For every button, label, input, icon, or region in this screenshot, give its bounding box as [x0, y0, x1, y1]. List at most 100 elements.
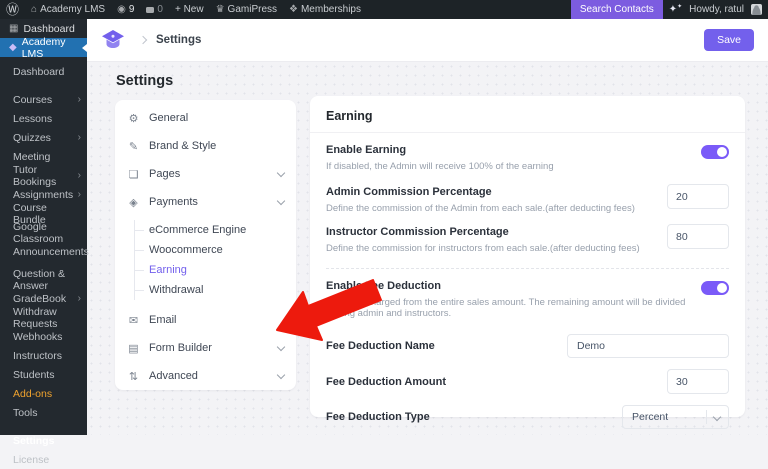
- site-name-menu[interactable]: ⌂ Academy LMS: [25, 0, 111, 19]
- fee-amount-input[interactable]: [667, 369, 729, 394]
- admin-bar-right: Search Contacts ✦ Howdy, ratul: [571, 0, 768, 19]
- new-content-menu[interactable]: + New: [169, 0, 210, 19]
- howdy-account-menu[interactable]: Howdy, ratul: [683, 0, 768, 19]
- enable-earning-desc: If disabled, the Admin will receive 100%…: [326, 161, 701, 172]
- chevron-right-icon: ›: [78, 94, 81, 105]
- sidebar-submenu-item[interactable]: Students: [0, 365, 87, 384]
- payments-sub-item[interactable]: Withdrawal: [135, 280, 284, 300]
- settings-nav-label: General: [149, 112, 188, 124]
- settings-nav-label: Email: [149, 314, 177, 326]
- sidebar-submenu-label: Settings: [13, 435, 54, 447]
- sidebar-top-item[interactable]: ◆ Academy LMS: [0, 38, 87, 57]
- home-icon: ⌂: [31, 5, 37, 15]
- howdy-label: Howdy, ratul: [689, 4, 744, 15]
- wp-admin-sidebar: ▦ Dashboard ◆ Academy LMS Dashboard Cour…: [0, 19, 87, 435]
- sidebar-submenu-item[interactable]: Courses ›: [0, 90, 87, 109]
- fee-amount-row: Fee Deduction Amount: [326, 369, 729, 394]
- memberships-menu[interactable]: ❖ Memberships: [283, 0, 367, 19]
- panel-title: Earning: [310, 96, 745, 132]
- fee-type-select[interactable]: Percent: [622, 405, 729, 429]
- instructor-commission-row: Instructor Commission Percentage Define …: [326, 226, 729, 254]
- select-divider: [706, 410, 707, 424]
- settings-nav-item[interactable]: Advanced: [127, 362, 284, 390]
- section-divider: [326, 268, 729, 269]
- payments-sub-item[interactable]: eCommerce Engine: [135, 220, 284, 240]
- chevron-down-icon: [277, 169, 285, 177]
- payments-sub-item[interactable]: Woocommerce: [135, 240, 284, 260]
- save-button[interactable]: Save: [704, 29, 754, 51]
- sidebar-submenu-item[interactable]: Question & Answer: [0, 270, 87, 289]
- sidebar-submenu-item[interactable]: Add-ons: [0, 384, 87, 403]
- settings-nav-item[interactable]: Brand & Style: [127, 132, 284, 160]
- sidebar-submenu-label: Webhooks: [13, 331, 62, 343]
- sidebar-submenu-item[interactable]: Tools: [0, 403, 87, 422]
- enable-fee-toggle[interactable]: [701, 281, 729, 295]
- settings-nav-label: Pages: [149, 168, 180, 180]
- enable-earning-toggle[interactable]: [701, 145, 729, 159]
- gear-icon: [127, 112, 140, 125]
- sidebar-submenu-item[interactable]: Settings: [0, 431, 87, 450]
- wp-logo-menu[interactable]: Ⓦ: [0, 0, 25, 19]
- gamipress-label: GamiPress: [228, 4, 277, 15]
- payments-icon: [127, 196, 140, 209]
- payments-sub-item[interactable]: Earning: [135, 260, 284, 280]
- page-title: Settings: [116, 73, 173, 89]
- avatar: [751, 4, 762, 15]
- sidebar-submenu-item[interactable]: Announcements: [0, 242, 87, 261]
- settings-nav-label: Payments: [149, 196, 198, 208]
- instructor-commission-input[interactable]: [667, 224, 729, 249]
- views-menu[interactable]: ◉ 9: [111, 0, 140, 19]
- sidebar-submenu-label: Question & Answer: [13, 268, 81, 292]
- sidebar-submenu-item[interactable]: Webhooks: [0, 327, 87, 346]
- sidebar-submenu-item[interactable]: Google Classroom: [0, 223, 87, 242]
- admin-commission-desc: Define the commission of the Admin from …: [326, 203, 667, 214]
- site-name-label: Academy LMS: [40, 4, 105, 15]
- enable-earning-label: Enable Earning: [326, 144, 701, 156]
- sidebar-submenu-item[interactable]: Lessons: [0, 109, 87, 128]
- sidebar-submenu-label: Lessons: [13, 113, 52, 125]
- pages-icon: [127, 168, 140, 181]
- fee-name-input[interactable]: [567, 334, 729, 358]
- settings-nav-item[interactable]: Email: [127, 306, 284, 334]
- chevron-right-icon: ›: [78, 132, 81, 143]
- academy-lms-logo[interactable]: [100, 28, 126, 52]
- comment-bubble-icon: [146, 7, 154, 13]
- wp-admin-bar: Ⓦ ⌂ Academy LMS ◉ 9 0 + New ♛ GamiPress …: [0, 0, 768, 19]
- settings-nav-card: General Brand & Style Pages Payments eCo…: [115, 100, 296, 390]
- fee-amount-label: Fee Deduction Amount: [326, 376, 667, 388]
- fee-name-label: Fee Deduction Name: [326, 340, 567, 352]
- settings-nav-item[interactable]: Pages: [127, 160, 284, 188]
- sidebar-submenu-label: Instructors: [13, 350, 62, 362]
- dashboard-icon: ▦: [9, 23, 18, 34]
- enable-earning-row: Enable Earning If disabled, the Admin wi…: [326, 144, 729, 172]
- chevron-down-icon: [713, 413, 721, 421]
- sidebar-submenu-item[interactable]: Quizzes ›: [0, 128, 87, 147]
- sidebar-submenu-item[interactable]: License: [0, 450, 87, 469]
- settings-nav-item[interactable]: Form Builder: [127, 334, 284, 362]
- sidebar-submenu-label: Announcements: [13, 246, 89, 258]
- sidebar-item-label: Academy LMS: [22, 36, 81, 60]
- plugin-header: Settings Save: [87, 19, 768, 62]
- sidebar-submenu-label: Quizzes: [13, 132, 51, 144]
- sidebar-submenu-item[interactable]: Instructors: [0, 346, 87, 365]
- sidebar-submenu-label: Tools: [13, 407, 38, 419]
- settings-nav-item[interactable]: Payments: [127, 188, 284, 216]
- panel-body: Enable Earning If disabled, the Admin wi…: [310, 144, 745, 429]
- search-contacts-button[interactable]: Search Contacts: [571, 0, 663, 19]
- fee-name-row: Fee Deduction Name: [326, 334, 729, 358]
- gamipress-menu[interactable]: ♛ GamiPress: [210, 0, 283, 19]
- sidebar-submenu-item[interactable]: Withdraw Requests: [0, 308, 87, 327]
- admin-commission-input[interactable]: [667, 184, 729, 209]
- sidebar-submenu-label: License: [13, 454, 49, 466]
- chevron-down-icon: [277, 371, 285, 379]
- comments-menu[interactable]: 0: [140, 0, 169, 19]
- settings-main: Settings General Brand & Style Pages Pay…: [87, 62, 768, 435]
- sidebar-submenu-item[interactable]: Dashboard: [0, 62, 87, 81]
- sparkles-icon[interactable]: ✦: [663, 4, 683, 15]
- payments-sub-label: Earning: [149, 264, 187, 276]
- sidebar-submenu-item[interactable]: Tutor Bookings ›: [0, 166, 87, 185]
- badge-icon: ❖: [289, 5, 298, 15]
- settings-nav-item[interactable]: General: [127, 104, 284, 132]
- enable-fee-row: Enable Fee Deduction Fees are charged fr…: [326, 280, 729, 319]
- fee-type-value: Percent: [632, 411, 668, 423]
